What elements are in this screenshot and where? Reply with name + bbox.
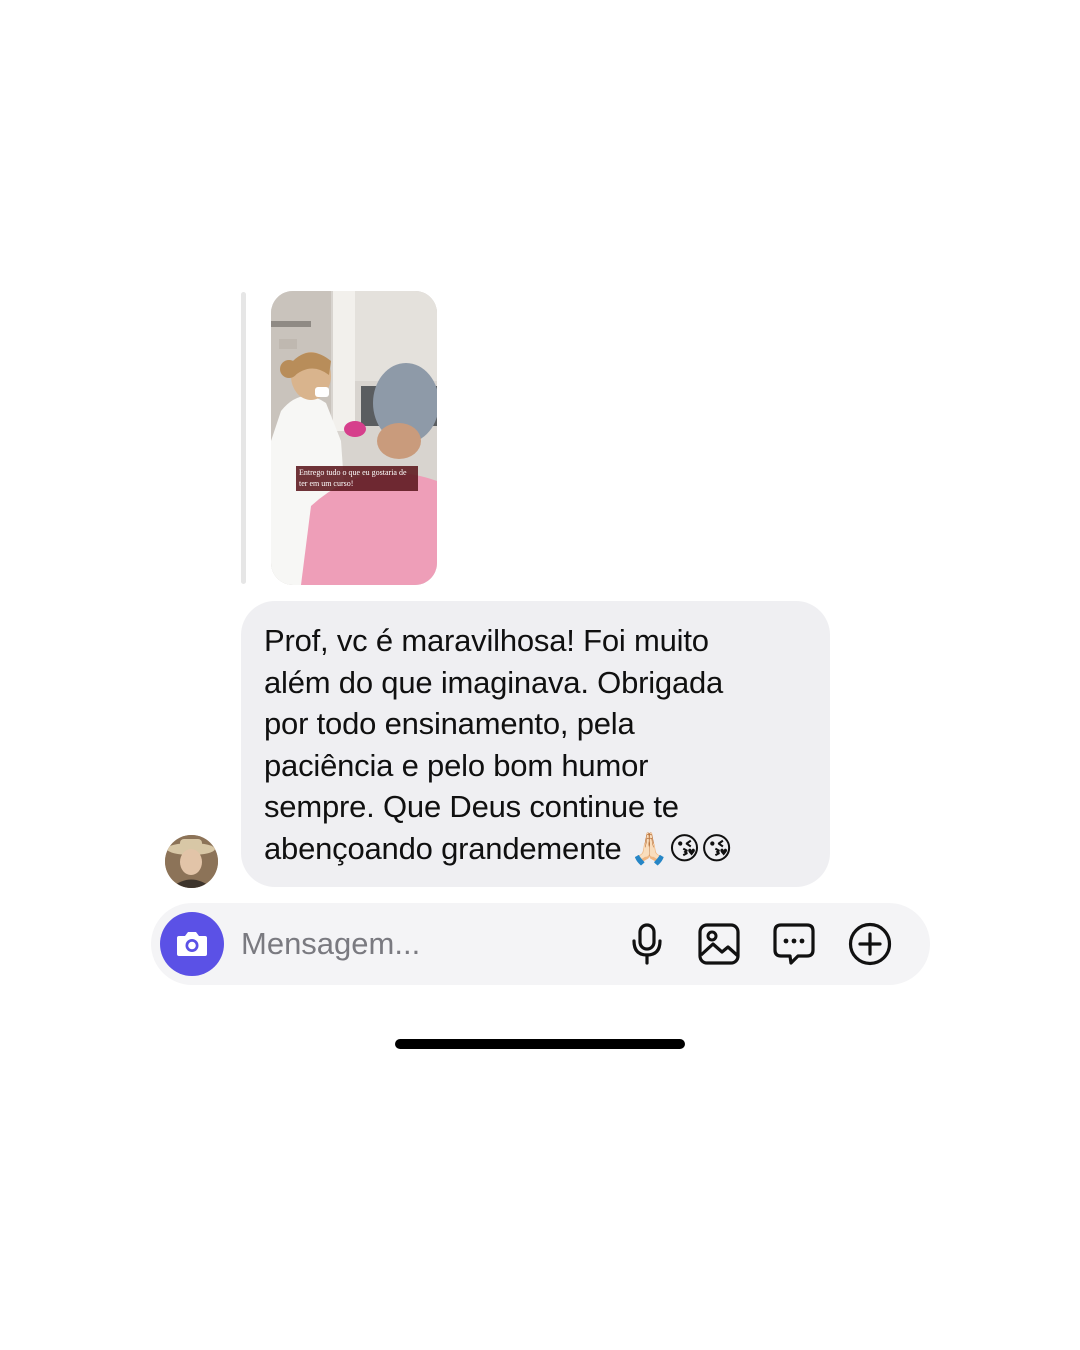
- message-bubble[interactable]: Prof, vc é maravilhosa! Foi muito além d…: [241, 601, 830, 887]
- reply-indicator-line: [241, 292, 246, 584]
- camera-icon: [177, 932, 207, 956]
- microphone-icon: [632, 923, 662, 965]
- message-composer: [151, 903, 930, 985]
- camera-button[interactable]: [160, 912, 224, 976]
- replied-story-thumbnail[interactable]: Entrego tudo o que eu gostaria de ter em…: [271, 291, 437, 585]
- plus-icon: [848, 922, 892, 966]
- gallery-icon: [698, 923, 740, 965]
- message-input[interactable]: [241, 921, 601, 967]
- sticker-button[interactable]: [772, 922, 816, 966]
- microphone-button[interactable]: [625, 922, 669, 966]
- avatar[interactable]: [165, 835, 218, 888]
- story-caption: Entrego tudo o que eu gostaria de ter em…: [296, 466, 418, 491]
- avatar-photo: [165, 835, 218, 888]
- story-photo: [271, 291, 437, 585]
- gallery-button[interactable]: [697, 922, 741, 966]
- home-indicator: [395, 1039, 685, 1049]
- plus-button[interactable]: [848, 922, 892, 966]
- message-text: Prof, vc é maravilhosa! Foi muito além d…: [264, 623, 733, 866]
- sticker-icon: [773, 923, 815, 965]
